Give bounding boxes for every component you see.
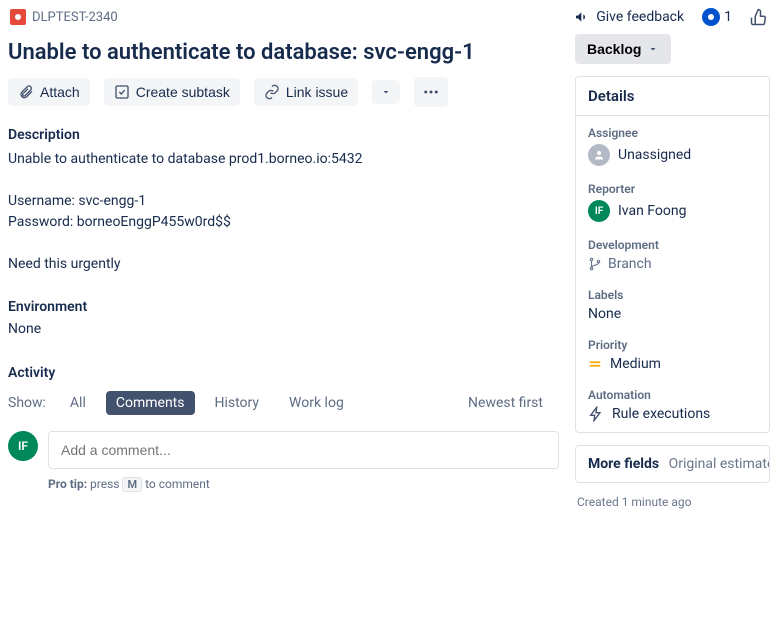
automation-value: Rule executions <box>612 406 710 422</box>
breadcrumb[interactable]: DLPTEST-2340 <box>10 9 118 25</box>
description-label: Description <box>8 127 559 143</box>
details-title[interactable]: Details <box>576 77 769 116</box>
watch-count: 1 <box>724 9 732 25</box>
tab-all[interactable]: All <box>60 391 96 415</box>
priority-medium-icon <box>588 357 602 371</box>
sort-icon <box>547 397 559 409</box>
like-button[interactable] <box>750 8 768 26</box>
assignee-label: Assignee <box>588 126 757 140</box>
issue-key[interactable]: DLPTEST-2340 <box>32 10 118 25</box>
thumbs-up-icon <box>750 8 768 26</box>
subtask-icon <box>114 84 130 100</box>
assignee-value: Unassigned <box>618 147 691 163</box>
eye-icon <box>702 8 720 26</box>
attach-icon <box>18 84 34 100</box>
pro-tip-before: press <box>87 477 122 491</box>
unassigned-avatar-icon <box>588 144 610 166</box>
reporter-label: Reporter <box>588 182 757 196</box>
more-actions-button[interactable] <box>414 77 448 107</box>
tab-comments[interactable]: Comments <box>106 391 195 415</box>
environment-value[interactable]: None <box>8 321 559 337</box>
give-feedback-label: Give feedback <box>596 9 684 25</box>
more-fields-rest: Original estimate, Tim <box>669 456 770 472</box>
pro-tip: Pro tip: press M to comment <box>48 477 559 492</box>
field-labels[interactable]: Labels None <box>588 288 757 322</box>
priority-label: Priority <box>588 338 757 352</box>
field-development[interactable]: Development Branch <box>588 238 757 272</box>
environment-label: Environment <box>8 299 559 315</box>
user-avatar: IF <box>8 431 38 461</box>
watch-button[interactable]: 1 <box>702 8 732 26</box>
status-label: Backlog <box>587 41 641 57</box>
issue-type-icon <box>10 9 26 25</box>
reporter-avatar: IF <box>588 200 610 222</box>
chevron-down-icon <box>647 43 659 55</box>
description-body[interactable]: Unable to authenticate to database prod1… <box>8 149 559 275</box>
link-issue-label: Link issue <box>286 84 348 100</box>
create-subtask-button[interactable]: Create subtask <box>104 78 240 106</box>
link-dropdown-button[interactable] <box>372 80 400 104</box>
labels-label: Labels <box>588 288 757 302</box>
link-icon <box>264 84 280 100</box>
give-feedback-button[interactable]: Give feedback <box>574 9 684 25</box>
priority-value: Medium <box>610 356 661 372</box>
pro-tip-after: to comment <box>142 477 210 491</box>
newest-first-label: Newest first <box>468 395 543 411</box>
create-subtask-label: Create subtask <box>136 84 230 100</box>
created-timestamp: Created 1 minute ago <box>575 495 770 509</box>
branch-icon <box>588 257 602 271</box>
pro-tip-key: M <box>122 477 142 492</box>
field-priority[interactable]: Priority Medium <box>588 338 757 372</box>
lightning-icon <box>588 406 604 422</box>
show-label: Show: <box>8 395 46 411</box>
issue-title[interactable]: Unable to authenticate to database: svc-… <box>8 40 559 65</box>
tab-worklog[interactable]: Work log <box>279 391 354 415</box>
attach-label: Attach <box>40 84 80 100</box>
megaphone-icon <box>574 9 590 25</box>
link-issue-button[interactable]: Link issue <box>254 78 358 106</box>
automation-label: Automation <box>588 388 757 402</box>
development-label: Development <box>588 238 757 252</box>
chevron-down-icon <box>380 86 392 98</box>
comment-input[interactable] <box>48 431 559 469</box>
reporter-value: Ivan Foong <box>618 203 686 219</box>
details-panel: Details Assignee Unassigned Reporter IF <box>575 76 770 433</box>
sort-newest-first[interactable]: Newest first <box>468 395 559 411</box>
more-fields-label: More fields <box>588 456 659 472</box>
field-automation: Automation Rule executions <box>588 388 757 422</box>
rule-executions-link[interactable]: Rule executions <box>588 406 757 422</box>
more-fields-panel[interactable]: More fields Original estimate, Tim <box>575 445 770 483</box>
field-assignee[interactable]: Assignee Unassigned <box>588 126 757 166</box>
activity-label: Activity <box>8 365 559 381</box>
attach-button[interactable]: Attach <box>8 78 90 106</box>
status-dropdown[interactable]: Backlog <box>575 34 671 64</box>
field-reporter[interactable]: Reporter IF Ivan Foong <box>588 182 757 222</box>
tab-history[interactable]: History <box>205 391 270 415</box>
development-branch: Branch <box>608 256 652 272</box>
more-icon <box>422 83 440 101</box>
pro-tip-prefix: Pro tip: <box>48 477 87 491</box>
labels-value: None <box>588 306 621 322</box>
